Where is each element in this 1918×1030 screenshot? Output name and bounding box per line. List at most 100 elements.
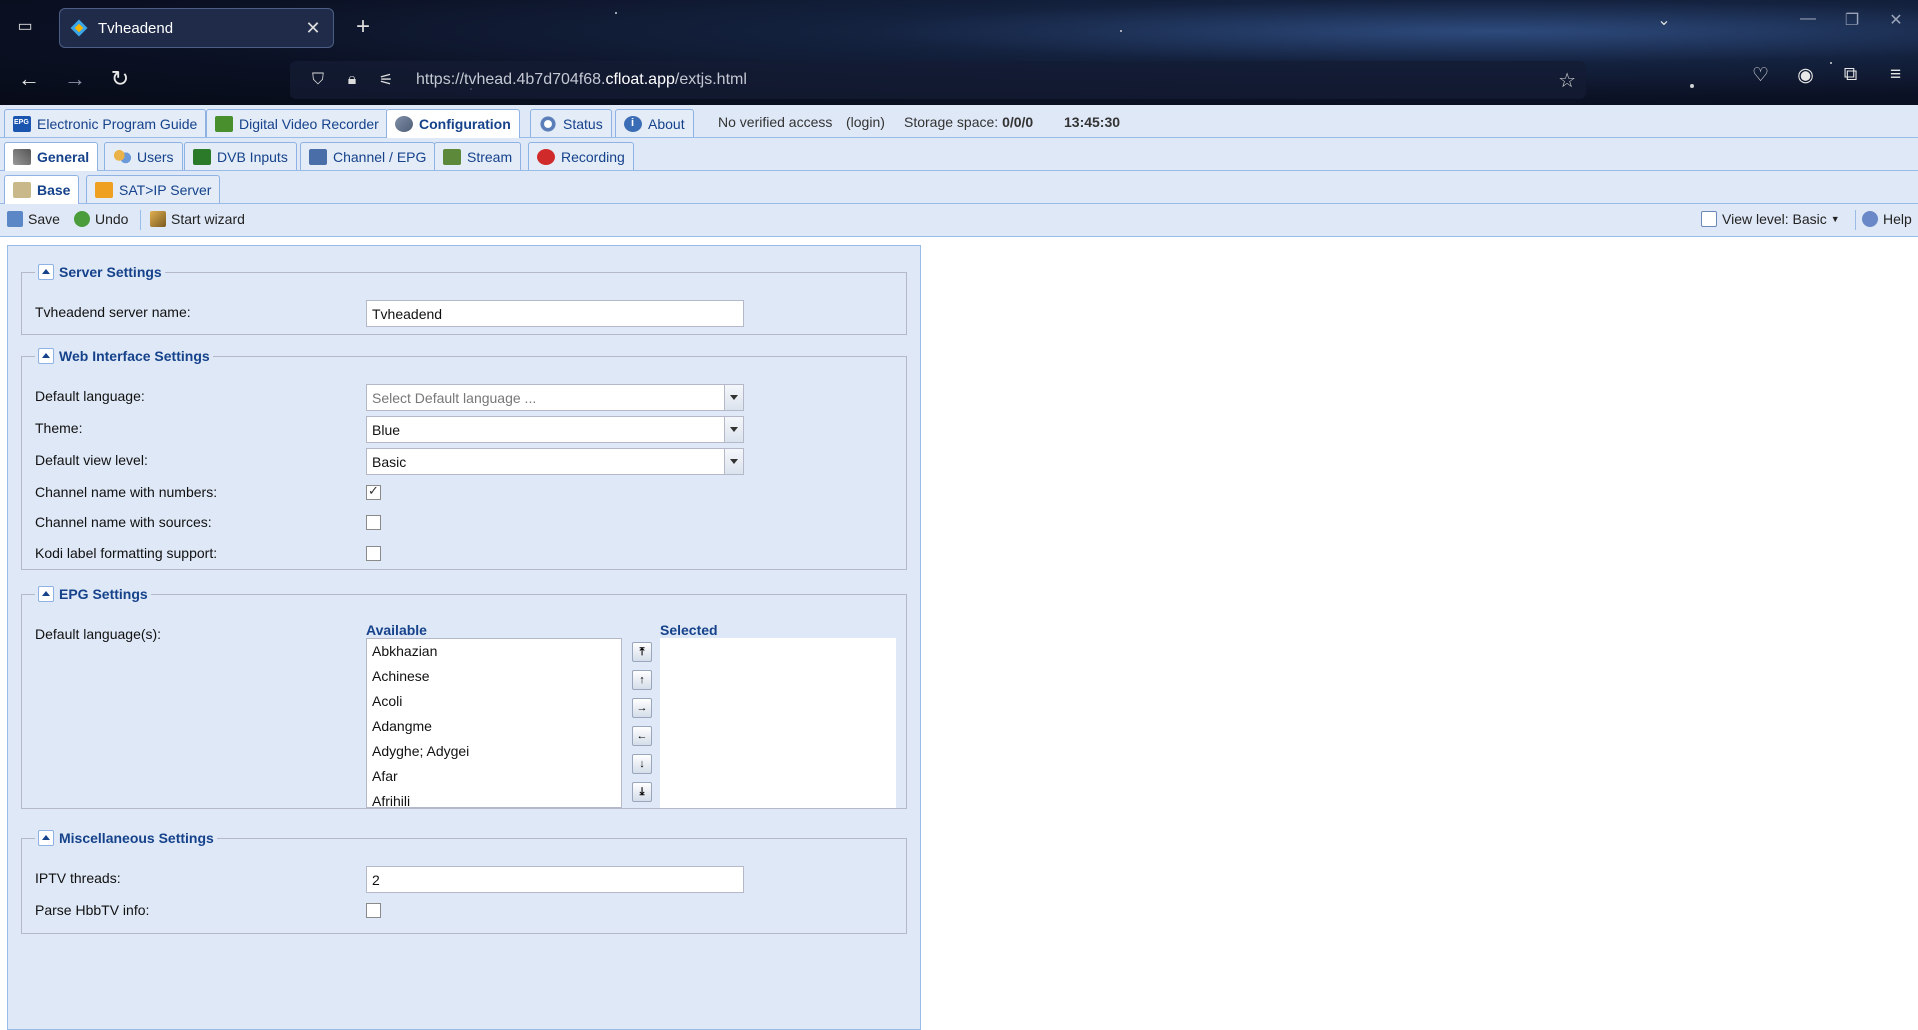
web-interface-legend: Web Interface Settings bbox=[35, 348, 213, 364]
list-item[interactable]: Abkhazian bbox=[367, 639, 621, 664]
collapse-icon[interactable] bbox=[38, 264, 54, 280]
toolbar-separator bbox=[1855, 210, 1856, 230]
config-tab-strip: General Users DVB Inputs Channel / EPG S… bbox=[0, 138, 1918, 171]
browser-nav-bar: ← → ↻ ⛉ 🔒︎ ⚟ https://tvhead.4b7d704f68.c… bbox=[0, 54, 1918, 104]
tab-channel-epg[interactable]: Channel / EPG bbox=[300, 142, 436, 170]
collapse-icon[interactable] bbox=[38, 586, 54, 602]
tab-satip-server[interactable]: SAT>IP Server bbox=[86, 175, 221, 203]
misc-settings-fieldset: Miscellaneous Settings IPTV threads: 2 P… bbox=[21, 830, 907, 934]
view-level-label: View level: Basic bbox=[1722, 211, 1827, 227]
channel-numbers-checkbox[interactable] bbox=[366, 483, 381, 500]
collapse-icon[interactable] bbox=[38, 348, 54, 364]
browser-tab-title: Tvheadend bbox=[98, 19, 174, 37]
wand-icon bbox=[150, 211, 166, 227]
dropdown-arrow-icon: ▼ bbox=[1830, 214, 1840, 224]
extensions-icon[interactable]: ⧉ bbox=[1828, 64, 1873, 87]
channel-numbers-label: Channel name with numbers: bbox=[35, 484, 218, 500]
new-tab-icon[interactable]: + bbox=[350, 13, 376, 41]
tab-about[interactable]: About bbox=[615, 109, 694, 137]
permissions-icon[interactable]: ⚟ bbox=[372, 70, 400, 90]
tab-epg[interactable]: Electronic Program Guide bbox=[4, 109, 207, 137]
reload-icon[interactable]: ↻ bbox=[105, 64, 135, 94]
list-item[interactable]: Adyghe; Adygei bbox=[367, 739, 621, 764]
collapse-icon[interactable] bbox=[38, 830, 54, 846]
tab-recording[interactable]: Recording bbox=[528, 142, 634, 170]
add-selected-icon[interactable]: → bbox=[632, 698, 652, 718]
kodi-label-formatting-label: Kodi label formatting support: bbox=[35, 545, 218, 561]
satip-icon bbox=[95, 181, 113, 198]
close-window-icon[interactable]: ✕ bbox=[1874, 10, 1918, 30]
account-icon[interactable]: ◉ bbox=[1783, 64, 1828, 87]
move-to-top-icon[interactable]: ⤒ bbox=[632, 642, 652, 662]
undo-button[interactable]: Undo bbox=[74, 211, 128, 227]
tab-base[interactable]: Base bbox=[4, 175, 80, 204]
tab-overflow-chevron-icon[interactable]: ⌄ bbox=[1642, 10, 1686, 30]
tab-users[interactable]: Users bbox=[104, 142, 183, 170]
chevron-down-icon[interactable] bbox=[724, 417, 743, 442]
tab-label: Stream bbox=[467, 148, 513, 165]
restore-icon[interactable]: ❐ bbox=[1830, 10, 1874, 30]
tab-configuration[interactable]: Configuration bbox=[386, 109, 520, 138]
selected-languages-list[interactable] bbox=[660, 638, 896, 808]
list-item[interactable]: Adangme bbox=[367, 714, 621, 739]
help-button[interactable]: Help bbox=[1862, 211, 1912, 227]
tab-label: General bbox=[37, 149, 90, 165]
list-item[interactable]: Achinese bbox=[367, 664, 621, 689]
url-bar[interactable]: ⛉ 🔒︎ ⚟ https://tvhead.4b7d704f68.cfloat.… bbox=[290, 61, 1586, 99]
default-language-select[interactable]: Select Default language ... bbox=[366, 384, 744, 411]
browser-tab[interactable]: Tvheadend ✕ bbox=[59, 8, 334, 48]
iptv-threads-input[interactable]: 2 bbox=[366, 866, 744, 893]
tab-list-icon[interactable]: ▭ bbox=[14, 16, 36, 38]
tab-label: Electronic Program Guide bbox=[37, 115, 198, 132]
legend-text: Web Interface Settings bbox=[59, 348, 210, 364]
channel-sources-checkbox[interactable] bbox=[366, 515, 381, 530]
available-languages-list[interactable]: Abkhazian Achinese Acoli Adangme Adyghe;… bbox=[366, 638, 622, 808]
browser-chrome: ▭ Tvheadend ✕ + ⌄ — ❐ ✕ ← → ↻ ⛉ 🔒︎ ⚟ htt… bbox=[0, 0, 1918, 105]
chevron-down-icon[interactable] bbox=[724, 385, 743, 410]
pocket-icon[interactable]: ♡ bbox=[1738, 64, 1783, 87]
view-level-button[interactable]: View level: Basic ▼ bbox=[1701, 211, 1840, 227]
tvheadend-favicon-icon bbox=[70, 19, 88, 37]
list-item[interactable]: Afrihili bbox=[367, 789, 621, 807]
selected-header: Selected bbox=[660, 622, 896, 639]
move-to-bottom-icon[interactable]: ⤓ bbox=[632, 782, 652, 802]
move-down-icon[interactable]: ↓ bbox=[632, 754, 652, 774]
legend-text: EPG Settings bbox=[59, 586, 148, 602]
menu-icon[interactable]: ≡ bbox=[1873, 64, 1918, 87]
back-icon[interactable]: ← bbox=[14, 64, 44, 94]
list-item[interactable]: Acoli bbox=[367, 689, 621, 714]
move-up-icon[interactable]: ↑ bbox=[632, 670, 652, 690]
close-tab-icon[interactable]: ✕ bbox=[303, 18, 323, 39]
forward-icon[interactable]: → bbox=[60, 64, 90, 94]
theme-select[interactable]: Blue bbox=[366, 416, 744, 443]
storage-space: Storage space: 0/0/0 bbox=[904, 114, 1033, 130]
help-icon bbox=[1862, 211, 1878, 227]
storage-label: Storage space: bbox=[904, 114, 999, 130]
tab-dvr[interactable]: Digital Video Recorder bbox=[206, 109, 388, 137]
list-item[interactable]: Afar bbox=[367, 764, 621, 789]
lock-icon[interactable]: 🔒︎ bbox=[338, 71, 366, 89]
save-button[interactable]: Save bbox=[7, 211, 60, 227]
server-name-label: Tvheadend server name: bbox=[35, 304, 191, 320]
minimize-icon[interactable]: — bbox=[1786, 10, 1830, 30]
remove-selected-icon[interactable]: ← bbox=[632, 726, 652, 746]
shield-icon[interactable]: ⛉ bbox=[304, 71, 332, 89]
chevron-down-icon[interactable] bbox=[724, 449, 743, 474]
kodi-label-formatting-checkbox[interactable] bbox=[366, 546, 381, 561]
url-text[interactable]: https://tvhead.4b7d704f68.cfloat.app/ext… bbox=[416, 71, 747, 89]
tab-status[interactable]: Status bbox=[530, 109, 612, 137]
window-controls: ⌄ — ❐ ✕ bbox=[1642, 10, 1918, 30]
view-level-icon bbox=[1701, 211, 1717, 227]
default-view-level-select[interactable]: Basic bbox=[366, 448, 744, 475]
tab-dvb-inputs[interactable]: DVB Inputs bbox=[184, 142, 297, 170]
tab-general[interactable]: General bbox=[4, 142, 99, 171]
bookmark-star-icon[interactable]: ☆ bbox=[1558, 68, 1576, 93]
server-name-input[interactable]: Tvheadend bbox=[366, 300, 744, 327]
toolbar-separator bbox=[140, 210, 141, 230]
parse-hbbtv-label: Parse HbbTV info: bbox=[35, 902, 150, 918]
start-wizard-button[interactable]: Start wizard bbox=[150, 211, 245, 227]
tab-label: SAT>IP Server bbox=[119, 181, 212, 198]
login-link[interactable]: (login) bbox=[846, 114, 885, 130]
tab-stream[interactable]: Stream bbox=[434, 142, 522, 170]
parse-hbbtv-checkbox[interactable] bbox=[366, 903, 381, 918]
